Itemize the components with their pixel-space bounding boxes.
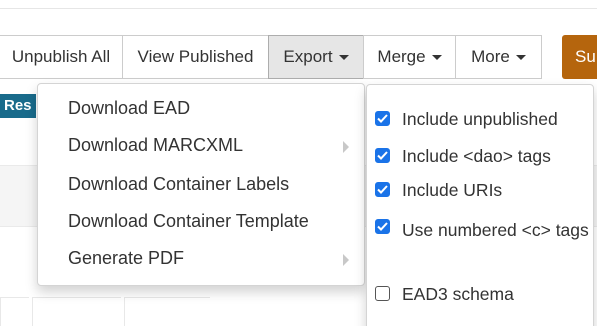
caret-down-icon	[431, 54, 442, 60]
include-dao-tags-label: Include <dao> tags	[402, 146, 551, 166]
unpublish-all-label: Unpublish All	[11, 47, 111, 66]
ead-options-menu: Include unpublished Include <dao> tags I…	[366, 84, 594, 326]
background-cell	[0, 297, 29, 326]
checkmark-icon	[377, 114, 388, 123]
export-label: Export	[283, 47, 333, 66]
page: Unpublish All View Published Export Merg…	[0, 0, 597, 326]
include-dao-tags-option[interactable]: Include <dao> tags	[375, 144, 592, 169]
background-cell	[124, 297, 210, 326]
view-published-label: View Published	[137, 47, 254, 66]
use-numbered-c-tags-label: Use numbered <c> tags	[402, 220, 589, 240]
caret-down-icon	[515, 54, 526, 60]
generate-pdf-label: Generate PDF	[68, 248, 185, 268]
export-dropdown-menu: Download EAD Download MARCXML Download C…	[37, 83, 365, 286]
more-label: More	[471, 47, 510, 66]
resource-tab[interactable]: Res	[0, 94, 36, 118]
download-marcxml-label: Download MARCXML	[68, 135, 244, 155]
ead3-schema-label: EAD3 schema	[402, 284, 514, 304]
include-dao-tags-checkbox[interactable]	[375, 148, 390, 163]
submit-button[interactable]: Su	[562, 35, 597, 79]
include-unpublished-option[interactable]: Include unpublished	[375, 107, 592, 132]
include-uris-label: Include URIs	[402, 180, 503, 200]
submit-label: Su	[575, 47, 596, 66]
export-dropdown-button[interactable]: Export	[268, 35, 364, 79]
checkmark-icon	[377, 222, 388, 231]
use-numbered-c-tags-checkbox[interactable]	[375, 219, 390, 234]
top-divider	[0, 0, 597, 9]
merge-label: Merge	[377, 47, 426, 66]
checkmark-icon	[377, 151, 388, 160]
unpublish-all-button[interactable]: Unpublish All	[0, 35, 123, 79]
download-container-labels-item[interactable]: Download Container Labels	[68, 174, 289, 195]
include-unpublished-label: Include unpublished	[402, 109, 558, 129]
include-unpublished-checkbox[interactable]	[375, 111, 390, 126]
download-ead-item[interactable]: Download EAD	[68, 98, 190, 119]
ead3-schema-checkbox[interactable]	[375, 286, 390, 301]
checkmark-icon	[377, 185, 388, 194]
merge-dropdown-button[interactable]: Merge	[363, 35, 456, 79]
record-toolbar: Unpublish All View Published Export Merg…	[0, 35, 542, 79]
download-ead-label: Download EAD	[68, 98, 191, 118]
caret-down-icon	[338, 54, 349, 60]
download-container-template-item[interactable]: Download Container Template	[68, 211, 309, 232]
use-numbered-c-tags-option[interactable]: Use numbered <c> tags	[375, 215, 592, 245]
resource-tab-label: Res	[4, 97, 32, 114]
chevron-right-icon	[343, 141, 349, 153]
background-cell	[32, 297, 121, 326]
generate-pdf-item[interactable]: Generate PDF	[68, 248, 184, 269]
include-uris-checkbox[interactable]	[375, 182, 390, 197]
download-marcxml-item[interactable]: Download MARCXML	[68, 135, 243, 156]
download-container-template-label: Download Container Template	[68, 211, 309, 231]
more-dropdown-button[interactable]: More	[455, 35, 542, 79]
download-container-labels-label: Download Container Labels	[68, 174, 290, 194]
view-published-button[interactable]: View Published	[122, 35, 269, 79]
include-uris-option[interactable]: Include URIs	[375, 178, 592, 203]
chevron-right-icon	[343, 254, 349, 266]
ead3-schema-option[interactable]: EAD3 schema	[375, 282, 592, 307]
